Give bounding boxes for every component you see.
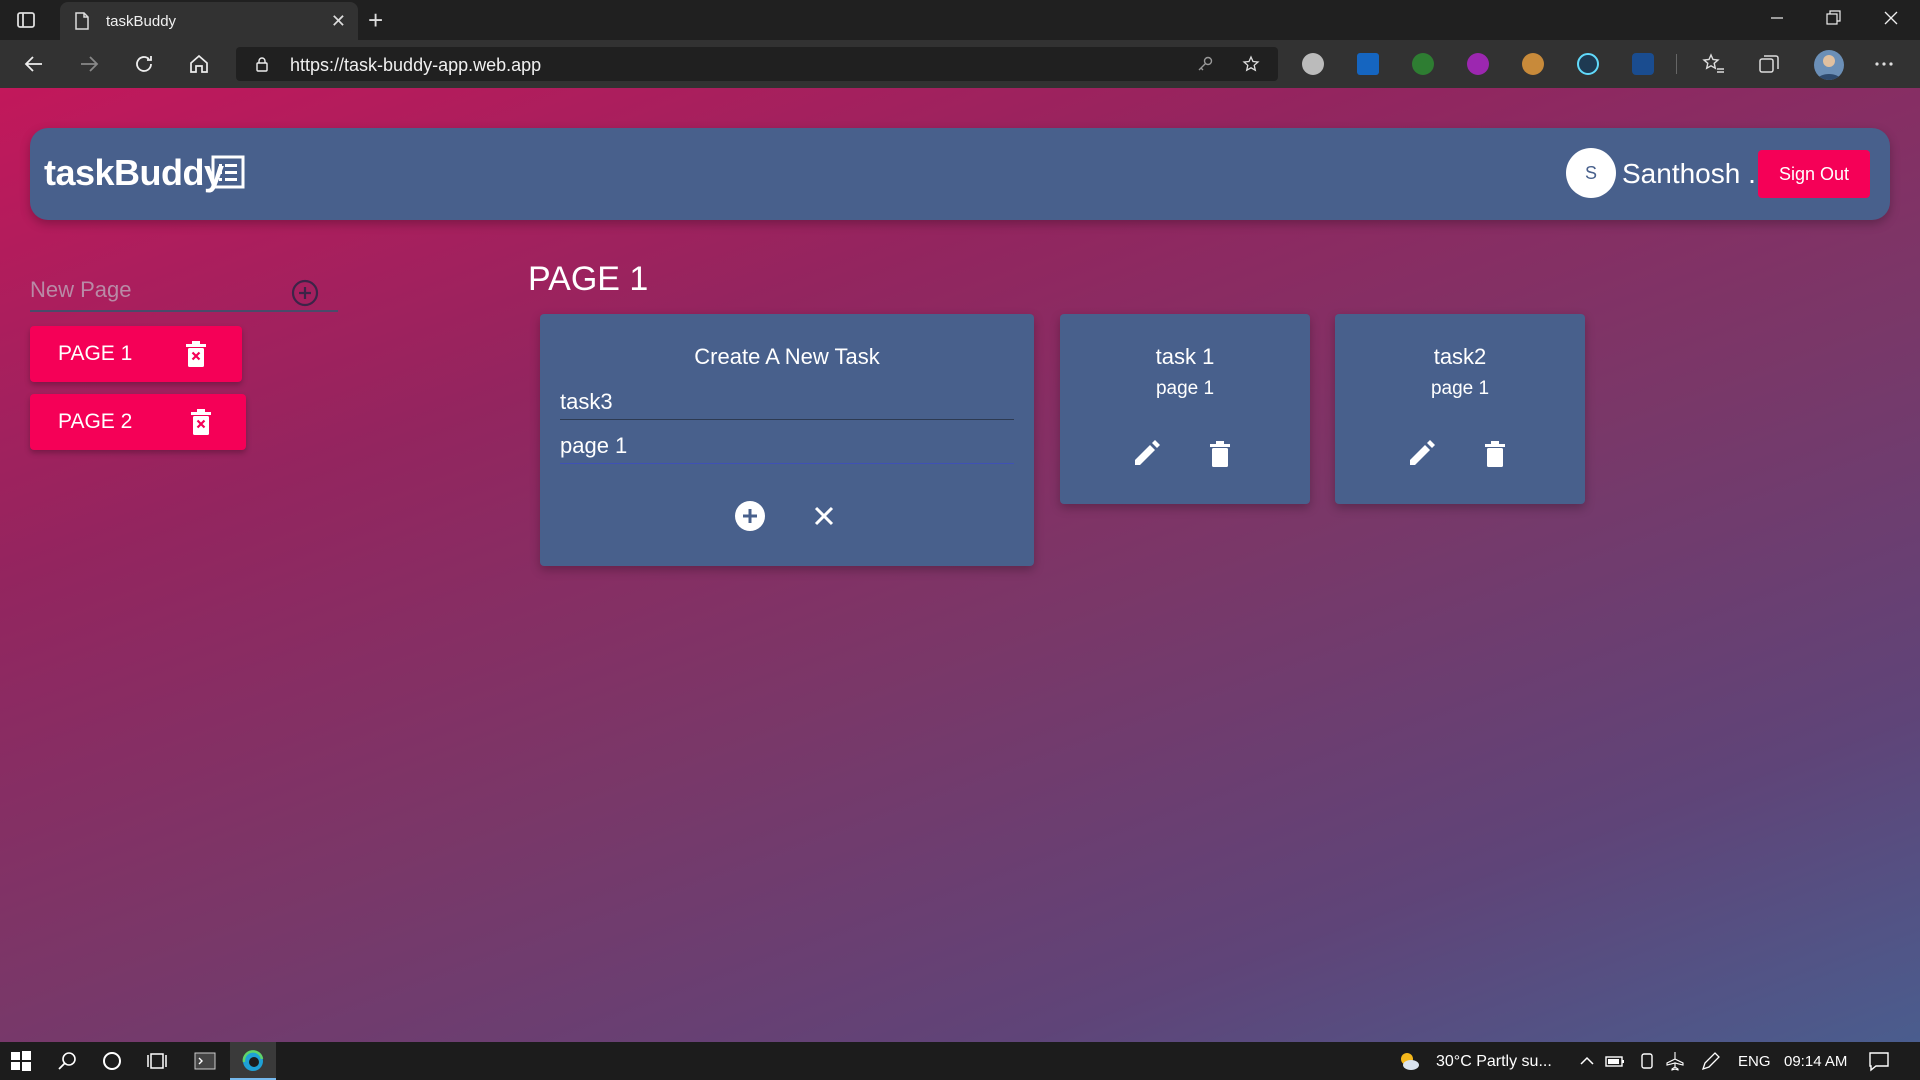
weather-icon[interactable] <box>1398 1050 1420 1072</box>
brand-title: taskBuddy <box>44 152 224 193</box>
add-page-icon[interactable] <box>290 278 320 308</box>
home-icon[interactable] <box>187 52 211 76</box>
new-page-input[interactable] <box>30 274 280 306</box>
browser-toolbar: https://task-buddy-app.web.app <box>0 40 1920 88</box>
task-title: task 1 <box>1155 344 1215 369</box>
restore-icon[interactable] <box>1821 6 1845 30</box>
close-tab-icon[interactable]: ✕ <box>331 11 346 31</box>
task-view-icon[interactable] <box>146 1050 168 1072</box>
clock-time[interactable]: 09:14 AM <box>1784 1053 1847 1070</box>
key-icon[interactable] <box>1196 55 1214 73</box>
profile-avatar[interactable] <box>1814 50 1844 80</box>
create-task-title: Create A New Task <box>694 344 880 369</box>
language-indicator[interactable]: ENG <box>1738 1053 1771 1070</box>
task-page: page 1 <box>1430 378 1490 399</box>
app-viewport: taskBuddy S Santhosh . Sign Out PAGE 1 P… <box>0 88 1920 1042</box>
page-title: PAGE 1 <box>528 260 649 298</box>
add-task-icon[interactable] <box>734 500 766 532</box>
edit-icon[interactable] <box>1130 438 1162 470</box>
task-title: task2 <box>1433 344 1487 369</box>
new-page-field <box>30 268 338 312</box>
app-header: taskBuddy S Santhosh . Sign Out <box>30 128 1890 220</box>
page-button-page-2[interactable]: PAGE 2 <box>30 394 246 450</box>
back-icon[interactable] <box>22 52 46 76</box>
reload-icon[interactable] <box>132 52 156 76</box>
extension-tree-icon[interactable] <box>1412 53 1434 75</box>
address-bar[interactable]: https://task-buddy-app.web.app <box>236 47 1278 81</box>
task-card: task2 page 1 <box>1335 314 1585 504</box>
minimize-icon[interactable] <box>1765 6 1789 30</box>
favorites-icon[interactable] <box>1702 52 1726 76</box>
edge-taskbar-button[interactable] <box>230 1042 276 1080</box>
create-task-card: Create A New Task <box>540 314 1034 566</box>
extension-1-icon[interactable] <box>1302 53 1324 75</box>
pen-icon[interactable] <box>1700 1050 1722 1072</box>
browser-tab[interactable]: taskBuddy ✕ <box>60 2 358 40</box>
battery-icon[interactable] <box>1604 1050 1626 1072</box>
more-options-icon[interactable] <box>1872 52 1896 76</box>
windows-start-icon[interactable] <box>10 1050 32 1072</box>
delete-icon[interactable] <box>1204 438 1236 470</box>
terminal-icon[interactable] <box>194 1050 216 1072</box>
tab-actions-icon[interactable] <box>14 8 38 32</box>
page-button-label: PAGE 1 <box>58 342 133 365</box>
search-icon[interactable] <box>56 1050 78 1072</box>
check-extension-icon[interactable] <box>1632 53 1654 75</box>
extension-3-icon[interactable] <box>1467 53 1489 75</box>
task-card: task 1 page 1 <box>1060 314 1310 504</box>
delete-page-icon[interactable] <box>189 409 213 435</box>
task-name-input[interactable] <box>560 384 1014 420</box>
cortana-icon[interactable] <box>101 1050 123 1072</box>
collections-icon[interactable] <box>1757 52 1781 76</box>
extension-ui-icon[interactable] <box>1357 53 1379 75</box>
url-text[interactable]: https://task-buddy-app.web.app <box>290 55 541 76</box>
windows-taskbar: 30°C Partly su... ENG 09:14 AM <box>0 1042 1920 1080</box>
weather-text[interactable]: 30°C Partly su... <box>1436 1053 1552 1071</box>
forward-icon[interactable] <box>77 52 101 76</box>
browser-tab-bar: taskBuddy ✕ + <box>0 0 1920 40</box>
page-button-page-1[interactable]: PAGE 1 <box>30 326 242 382</box>
user-avatar[interactable]: S <box>1566 148 1616 198</box>
device-icon[interactable] <box>1636 1050 1658 1072</box>
airplane-mode-icon[interactable] <box>1664 1050 1686 1072</box>
add-favorite-icon[interactable] <box>1242 55 1260 73</box>
task-page: page 1 <box>1155 378 1215 399</box>
cookie-extension-icon[interactable] <box>1522 53 1544 75</box>
tab-title: taskBuddy <box>106 13 177 30</box>
delete-icon[interactable] <box>1479 438 1511 470</box>
user-name: Santhosh . <box>1622 158 1756 189</box>
edge-icon <box>242 1050 264 1071</box>
page-button-label: PAGE 2 <box>58 410 133 433</box>
delete-page-icon[interactable] <box>184 341 208 367</box>
task-page-input[interactable] <box>560 428 1014 464</box>
edit-icon[interactable] <box>1405 438 1437 470</box>
notifications-icon[interactable] <box>1868 1050 1890 1072</box>
chevron-up-icon[interactable] <box>1576 1050 1598 1072</box>
list-icon <box>211 155 245 189</box>
page-icon <box>75 12 89 30</box>
react-devtools-icon[interactable] <box>1577 53 1599 75</box>
new-tab-icon[interactable]: + <box>368 5 383 35</box>
close-window-icon[interactable] <box>1879 6 1903 30</box>
lock-icon[interactable] <box>254 56 270 72</box>
cancel-icon[interactable] <box>808 500 840 532</box>
sign-out-button[interactable]: Sign Out <box>1758 150 1870 198</box>
toolbar-separator <box>1676 54 1677 74</box>
